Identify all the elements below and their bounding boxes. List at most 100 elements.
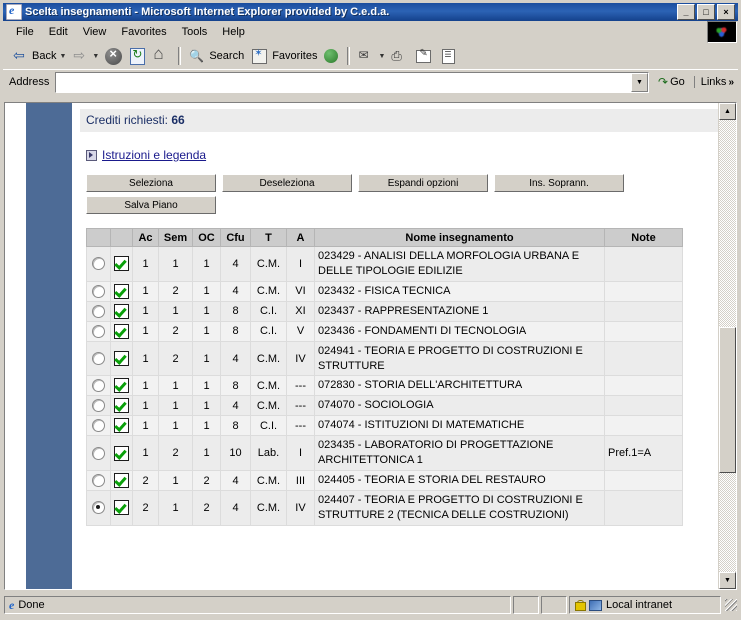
row-checkbox-cell[interactable] [110, 246, 133, 282]
menu-item-help[interactable]: Help [215, 24, 252, 40]
row-checkbox[interactable] [114, 283, 129, 299]
row-checkbox-cell[interactable] [110, 395, 133, 417]
favorites-button[interactable]: Favorites [247, 45, 320, 67]
row-radio-cell[interactable] [86, 300, 111, 322]
row-checkbox[interactable] [114, 323, 129, 339]
expand-icon[interactable] [86, 149, 97, 161]
row-checkbox[interactable] [114, 445, 129, 461]
row-checkbox-cell[interactable] [110, 490, 133, 526]
vertical-scrollbar[interactable]: ▲ ▼ [718, 103, 736, 589]
cell-oc: 1 [192, 246, 221, 282]
row-checkbox-cell[interactable] [110, 300, 133, 322]
row-radio-cell[interactable] [86, 490, 111, 526]
row-radio[interactable] [92, 501, 105, 515]
mail-dropdown-icon[interactable]: ▼ [378, 53, 385, 60]
links-button[interactable]: Links » [693, 76, 738, 88]
back-dropdown-icon[interactable]: ▼ [59, 53, 66, 60]
table-row[interactable]: 1 1 1 8 C.I. XI 023437 - RAPPRESENTAZIONE 1 [86, 300, 683, 322]
row-radio[interactable] [92, 379, 105, 393]
edit-button[interactable] [411, 45, 436, 67]
menu-item-favorites[interactable]: Favorites [114, 24, 173, 40]
row-radio[interactable] [92, 399, 105, 413]
forward-button[interactable]: ▼ [69, 45, 102, 67]
forward-dropdown-icon[interactable]: ▼ [92, 53, 99, 60]
action-button-row: Seleziona Deseleziona Espandi opzioni In… [86, 174, 719, 192]
row-checkbox-cell[interactable] [110, 340, 133, 377]
address-input[interactable] [56, 72, 631, 92]
row-checkbox[interactable] [114, 500, 129, 516]
row-checkbox[interactable] [114, 303, 129, 319]
seleziona-button[interactable]: Seleziona [86, 174, 216, 192]
row-radio[interactable] [92, 284, 105, 298]
row-radio[interactable] [92, 419, 105, 433]
row-radio[interactable] [92, 446, 105, 460]
scroll-up-button[interactable]: ▲ [719, 103, 736, 120]
row-checkbox[interactable] [114, 398, 129, 414]
table-row[interactable]: 1 1 1 8 C.M. --- 072830 - STORIA DELL'ARCHITET… [86, 375, 683, 397]
row-checkbox[interactable] [114, 473, 129, 489]
row-radio[interactable] [92, 257, 105, 271]
maximize-button[interactable]: □ [697, 4, 715, 20]
scroll-down-button[interactable]: ▼ [719, 572, 736, 589]
table-row[interactable]: 1 2 1 10 Lab. I 023435 - LABORATORIO DI PROGET… [86, 435, 683, 472]
discuss-button[interactable] [436, 45, 461, 67]
row-checkbox[interactable] [114, 418, 129, 434]
row-radio[interactable] [92, 352, 105, 366]
row-checkbox[interactable] [114, 351, 129, 367]
page-content: Crediti richiesti: 66 Istruzioni e legen… [5, 103, 719, 589]
table-row[interactable]: 1 1 1 4 C.M. --- 074070 - SOCIOLOGIA [86, 395, 683, 417]
row-radio[interactable] [92, 474, 105, 488]
menu-item-tools[interactable]: Tools [175, 24, 215, 40]
media-button[interactable] [320, 45, 342, 67]
row-radio-cell[interactable] [86, 340, 111, 377]
row-checkbox-cell[interactable] [110, 470, 133, 492]
row-radio-cell[interactable] [86, 435, 111, 472]
row-checkbox-cell[interactable] [110, 280, 133, 302]
row-radio-cell[interactable] [86, 415, 111, 437]
menu-item-edit[interactable]: Edit [42, 24, 75, 40]
menu-item-view[interactable]: View [76, 24, 114, 40]
table-row[interactable]: 1 2 1 8 C.I. V 023436 - FONDAMENTI DI TECNOLOG… [86, 320, 683, 342]
home-button[interactable] [150, 44, 173, 67]
ins-soprann-button[interactable]: Ins. Soprann. [494, 174, 624, 192]
table-row[interactable]: 2 1 2 4 C.M. IV 024407 - TEORIA E PROGETTO DI … [86, 490, 683, 526]
cell-ac: 1 [132, 415, 159, 437]
salva-piano-button[interactable]: Salva Piano [86, 196, 216, 214]
go-button[interactable]: Go [653, 75, 690, 89]
row-checkbox-cell[interactable] [110, 375, 133, 397]
search-button[interactable]: Search [186, 45, 247, 67]
row-radio-cell[interactable] [86, 395, 111, 417]
mail-button[interactable]: ▼ [355, 45, 388, 67]
row-radio-cell[interactable] [86, 470, 111, 492]
row-checkbox-cell[interactable] [110, 320, 133, 342]
row-checkbox-cell[interactable] [110, 415, 133, 437]
address-dropdown-icon[interactable]: ▼ [631, 72, 648, 92]
menu-item-file[interactable]: File [9, 24, 41, 40]
back-button[interactable]: Back ▼ [9, 45, 69, 67]
table-row[interactable]: 1 2 1 4 C.M. IV 024941 - TEORIA E PROGETTO DI … [86, 340, 683, 377]
row-radio-cell[interactable] [86, 280, 111, 302]
print-button[interactable] [388, 45, 411, 67]
row-radio-cell[interactable] [86, 375, 111, 397]
row-radio[interactable] [92, 324, 105, 338]
refresh-button[interactable] [125, 45, 150, 67]
minimize-button[interactable]: _ [677, 4, 695, 20]
stop-button[interactable] [102, 45, 125, 67]
table-row[interactable]: 1 2 1 4 C.M. VI 023432 - FISICA TECNICA [86, 280, 683, 302]
table-row[interactable]: 1 1 1 8 C.I. --- 074074 - ISTITUZIONI DI MATEM… [86, 415, 683, 437]
scrollbar-thumb[interactable] [719, 327, 736, 473]
row-radio[interactable] [92, 304, 105, 318]
deseleziona-button[interactable]: Deseleziona [222, 174, 352, 192]
row-radio-cell[interactable] [86, 246, 111, 282]
row-radio-cell[interactable] [86, 320, 111, 342]
row-checkbox[interactable] [114, 256, 129, 272]
table-row[interactable]: 1 1 1 4 C.M. I 023429 - ANALISI DELLA MORFOLOG… [86, 246, 683, 282]
close-button[interactable]: × [717, 4, 735, 20]
table-row[interactable]: 2 1 2 4 C.M. III 024405 - TEORIA E STORIA DEL … [86, 470, 683, 492]
row-checkbox-cell[interactable] [110, 435, 133, 472]
instructions-legend-row[interactable]: Istruzioni e legenda [86, 148, 719, 162]
row-checkbox[interactable] [114, 378, 129, 394]
espandi-opzioni-button[interactable]: Espandi opzioni [358, 174, 488, 192]
resize-grip[interactable] [725, 599, 737, 611]
instructions-legend-link[interactable]: Istruzioni e legenda [102, 148, 206, 162]
